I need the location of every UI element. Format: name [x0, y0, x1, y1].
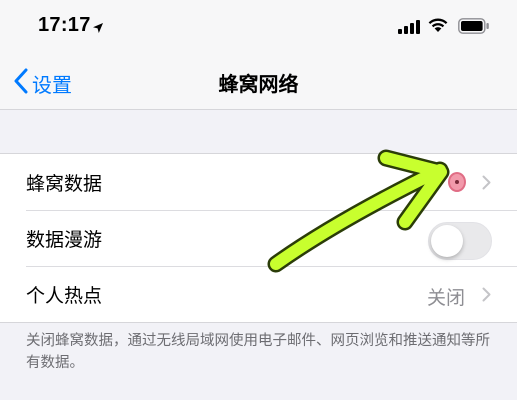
status-time: 17:17: [38, 14, 91, 36]
location-icon: [92, 19, 104, 38]
chevron-right-icon: [482, 175, 491, 194]
settings-row-cellular-data[interactable]: 蜂窝数据: [0, 154, 517, 210]
settings-row-personal-hotspot[interactable]: 个人热点 关闭: [0, 266, 517, 322]
page-title: 蜂窝网络: [218, 72, 299, 96]
settings-row-label: 数据漫游: [26, 228, 103, 251]
settings-row-label: 蜂窝数据: [26, 172, 103, 195]
settings-row-label: 个人热点: [26, 284, 103, 307]
data-roaming-toggle[interactable]: [428, 222, 492, 260]
hotspot-status-value: 关闭: [426, 287, 465, 309]
signal-icon: [398, 19, 420, 38]
settings-footnote: 关闭蜂窝数据，通过无线局域网使用电子邮件、网页浏览和推送通知等所有数据。: [26, 333, 490, 371]
cellular-settings-group: 蜂窝数据 数据漫游 个人热点 关闭: [0, 153, 517, 323]
toggle-knob: [431, 225, 463, 257]
top-bar: 17:17 设置 蜂窝网络: [0, 0, 517, 110]
settings-row-data-roaming: 数据漫游: [0, 210, 517, 266]
chevron-right-icon: [482, 287, 491, 306]
wifi-icon: [427, 17, 449, 37]
battery-icon: [458, 18, 490, 38]
tap-indicator-dot: [448, 172, 466, 192]
